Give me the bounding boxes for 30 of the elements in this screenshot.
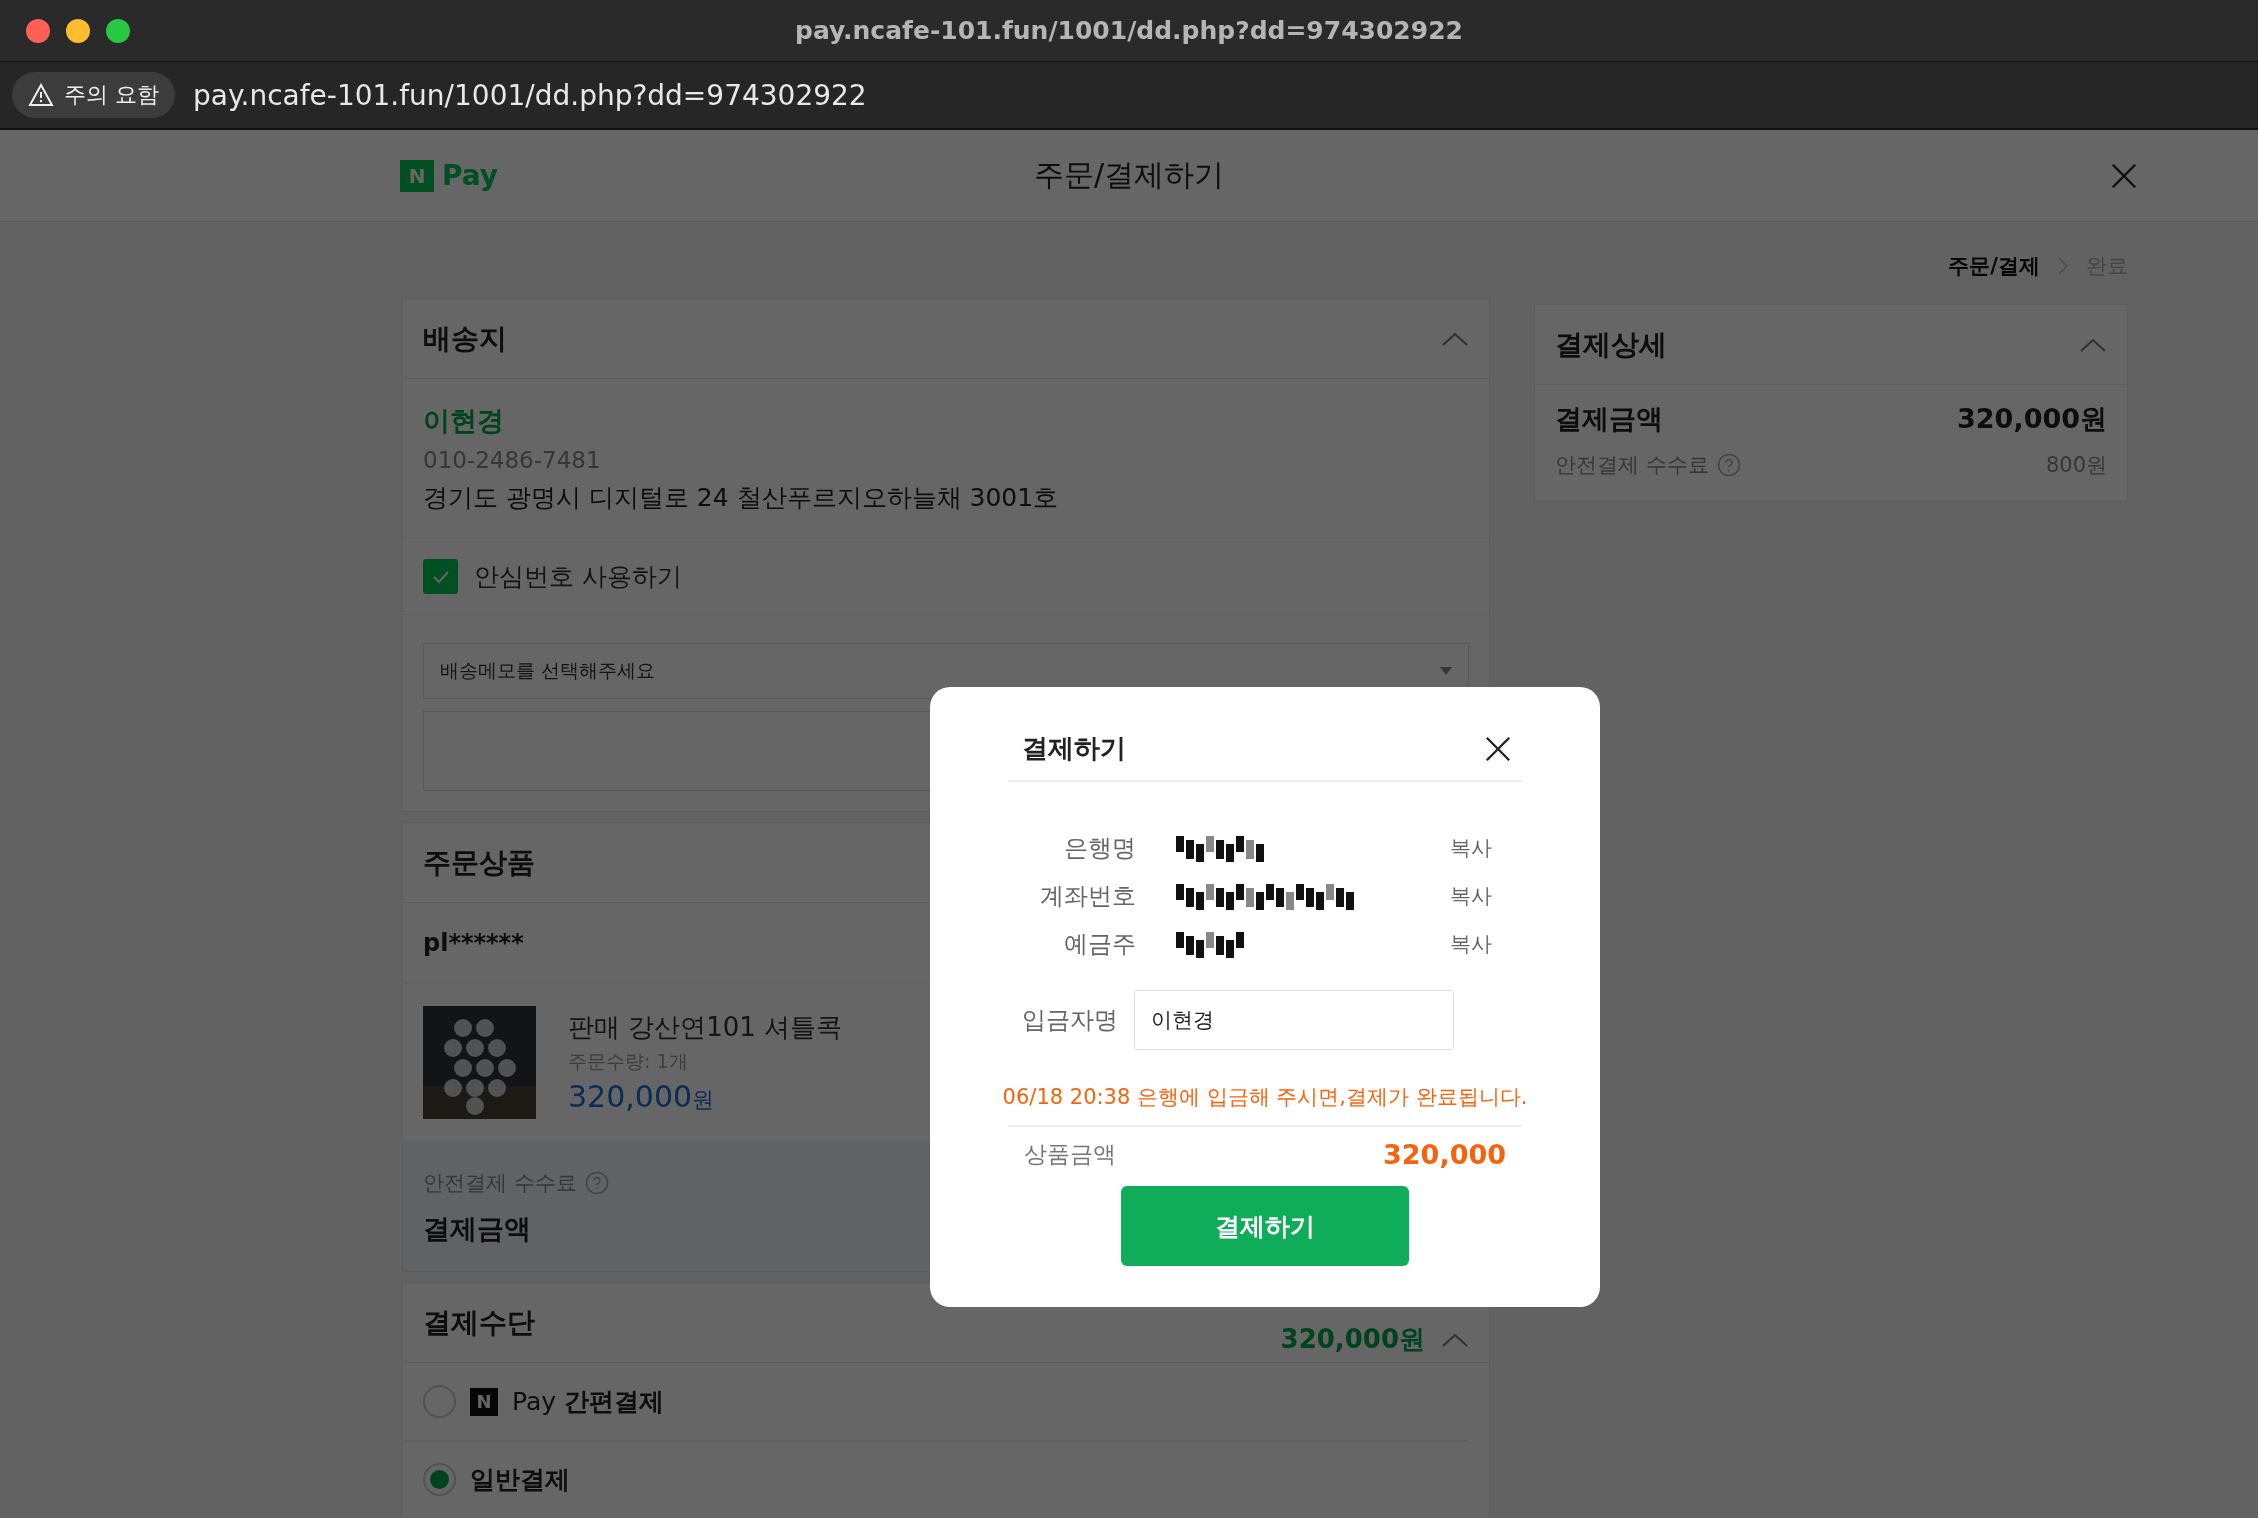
payment-amount: 320,000원 <box>1280 1323 1425 1356</box>
section-title: 주문상품 <box>423 844 535 881</box>
total-amount: 320,000원 <box>1957 402 2107 436</box>
total-label: 결제금액 <box>1555 402 1663 436</box>
address-text: 경기도 광명시 디지털로 24 철산푸르지오하늘채 3001호 <box>423 482 1059 514</box>
breadcrumb-step: 주문/결제 <box>1948 252 2040 280</box>
option-label: 일반결제 <box>470 1464 570 1496</box>
checkbox-label: 안심번호 사용하기 <box>474 561 682 593</box>
logo-text: Pay <box>442 159 499 192</box>
total-label: 결제금액 <box>423 1212 531 1246</box>
field-label: 계좌번호 <box>1039 881 1136 912</box>
field-label: 은행명 <box>1063 833 1136 864</box>
section-title: 결제수단 <box>423 1304 535 1341</box>
field-label: 입금자명 <box>1022 1005 1118 1036</box>
dialog-title: 결제하기 <box>1022 732 1126 765</box>
amount-value: 320,000 <box>1383 1139 1506 1171</box>
logo-mark: N <box>400 159 434 192</box>
section-title: 결제상세 <box>1555 326 1667 363</box>
window-title: pay.ncafe-101.fun/1001/dd.php?dd=974302922 <box>795 16 1463 45</box>
product-price: 320,000원 <box>568 1079 715 1115</box>
deposit-notice: 06/18 20:38 은행에 입금해 주시면,결제가 완료됩니다. <box>1002 1084 1528 1111</box>
seller-id: pl****** <box>423 929 524 957</box>
n-logo-mark: N <box>470 1387 498 1416</box>
field-label: 예금주 <box>1063 929 1136 960</box>
product-name: 판매 강산연101 셔틀콕 <box>568 1011 843 1044</box>
section-title: 배송지 <box>423 320 507 357</box>
recipient-name: 이현경 <box>423 404 504 438</box>
amount-label: 상품금액 <box>1024 1140 1116 1170</box>
page-title: 주문/결제하기 <box>1033 156 1225 194</box>
option-label: Pay 간편결제 <box>512 1386 664 1418</box>
